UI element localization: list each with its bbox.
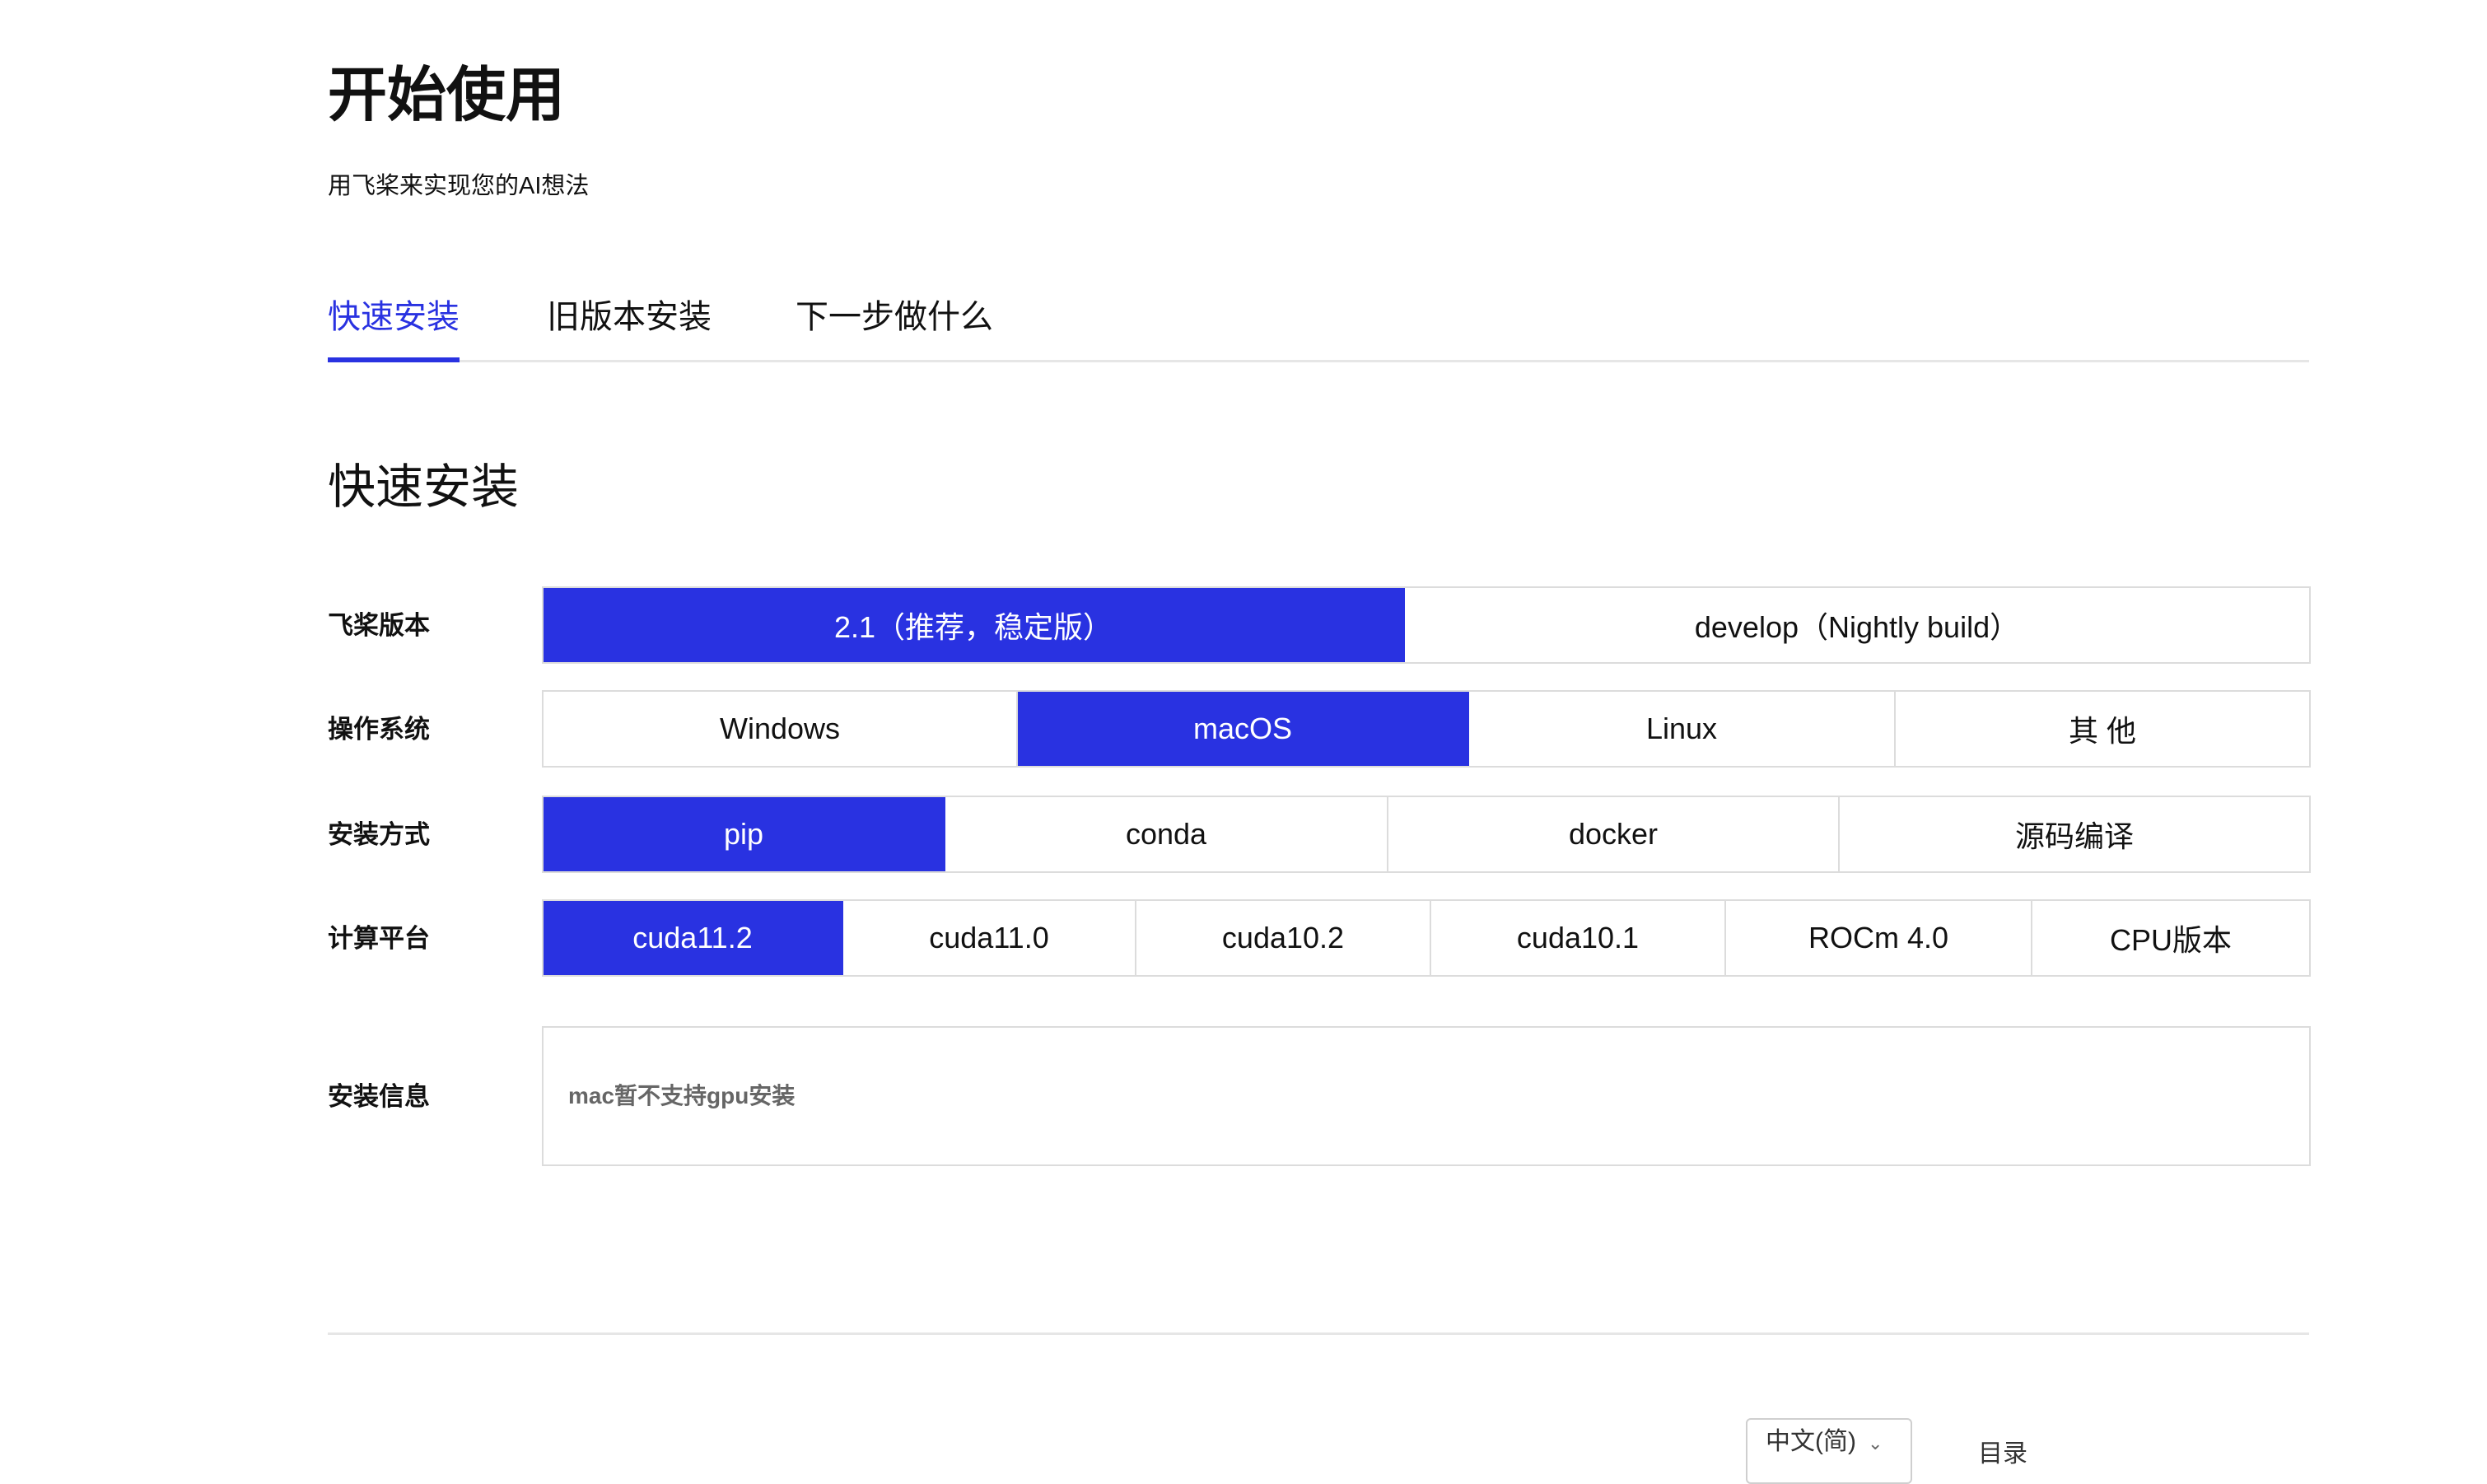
- install-option-docker[interactable]: docker: [1388, 797, 1840, 871]
- os-option-other[interactable]: 其 他: [1896, 692, 2309, 766]
- install-info-label: 安装信息: [328, 1082, 430, 1111]
- platform-option-cuda112[interactable]: cuda11.2: [544, 901, 843, 975]
- footer-divider: [328, 1332, 2309, 1335]
- tab-legacy-install[interactable]: 旧版本安装: [547, 288, 712, 362]
- tab-bar: 快速安装 旧版本安装 下一步做什么: [328, 288, 2309, 362]
- install-info-text: mac暂不支持gpu安装: [568, 1083, 796, 1108]
- platform-option-cuda101[interactable]: cuda10.1: [1431, 901, 1726, 975]
- version-option-develop[interactable]: develop（Nightly build）: [1405, 588, 2309, 662]
- install-option-pip[interactable]: pip: [544, 797, 945, 871]
- language-select-value: 中文(简): [1766, 1428, 1856, 1455]
- platform-option-cuda110[interactable]: cuda11.0: [843, 901, 1136, 975]
- install-method-label: 安装方式: [328, 820, 430, 849]
- chevron-down-icon: ⌄: [1867, 1433, 1883, 1454]
- os-label: 操作系统: [328, 715, 430, 744]
- compute-platform-options: cuda11.2 cuda11.0 cuda10.2 cuda10.1 ROCm…: [542, 899, 2311, 977]
- install-option-source[interactable]: 源码编译: [1840, 797, 2309, 871]
- platform-option-cuda102[interactable]: cuda10.2: [1136, 901, 1431, 975]
- os-options: Windows macOS Linux 其 他: [542, 690, 2311, 768]
- section-title: 快速安装: [328, 460, 520, 514]
- os-option-macos[interactable]: macOS: [1018, 692, 1469, 766]
- tab-next-steps[interactable]: 下一步做什么: [796, 288, 993, 362]
- footer-toc-link[interactable]: 目录: [1978, 1433, 2027, 1469]
- version-label: 飞桨版本: [328, 611, 430, 640]
- compute-platform-label: 计算平台: [328, 924, 430, 953]
- platform-option-cpu[interactable]: CPU版本: [2032, 901, 2309, 975]
- version-options: 2.1（推荐，稳定版） develop（Nightly build）: [542, 586, 2311, 664]
- tab-quick-install[interactable]: 快速安装: [328, 288, 460, 362]
- page-title: 开始使用: [328, 63, 566, 128]
- install-method-options: pip conda docker 源码编译: [542, 796, 2311, 873]
- page-subtitle: 用飞桨来实现您的AI想法: [328, 173, 590, 199]
- os-option-linux[interactable]: Linux: [1469, 692, 1896, 766]
- version-option-stable[interactable]: 2.1（推荐，稳定版）: [544, 588, 1405, 662]
- language-select[interactable]: 中文(简) ⌄: [1746, 1418, 1912, 1484]
- platform-option-rocm40[interactable]: ROCm 4.0: [1726, 901, 2032, 975]
- install-info-box: mac暂不支持gpu安装: [542, 1026, 2311, 1166]
- os-option-windows[interactable]: Windows: [544, 692, 1018, 766]
- install-option-conda[interactable]: conda: [945, 797, 1388, 871]
